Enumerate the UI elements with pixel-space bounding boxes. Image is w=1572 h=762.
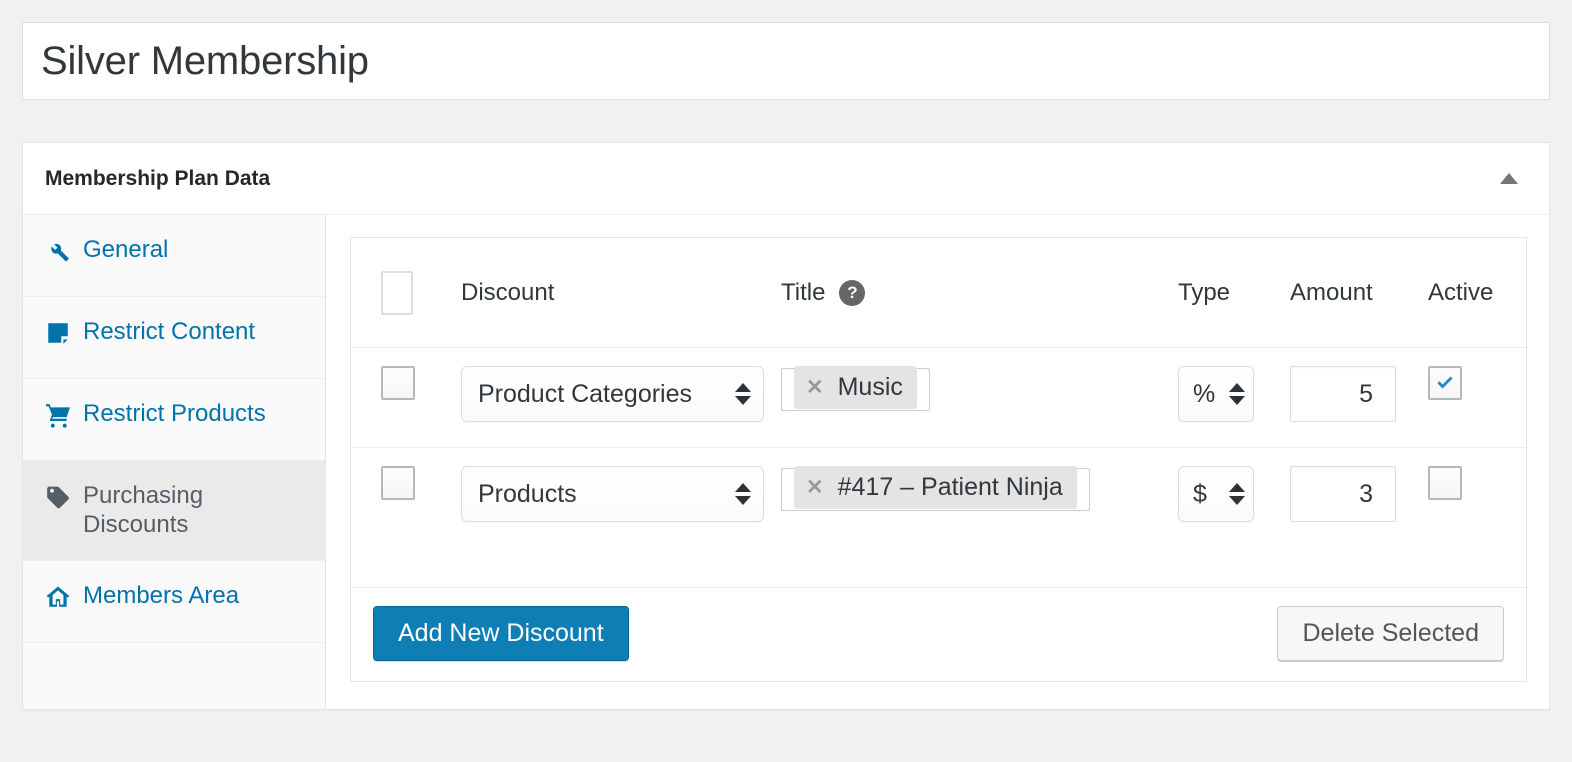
- discount-type-value: Products: [478, 479, 577, 508]
- sidebar-item-restrict-products[interactable]: Restrict Products: [23, 379, 325, 461]
- cart-icon: [45, 401, 71, 429]
- sidebar-item-label: General: [83, 236, 169, 263]
- header-select-all-cell: [365, 270, 443, 315]
- caret-up-icon[interactable]: [1497, 167, 1521, 191]
- metabox-title: Membership Plan Data: [45, 166, 271, 190]
- row-type-cell: $: [1178, 466, 1290, 522]
- token-label: Music: [837, 373, 903, 401]
- header-title-cell: Title ?: [781, 279, 1178, 307]
- active-checkbox[interactable]: [1428, 366, 1462, 400]
- table-row: Product Categories ✕ Music % 5: [351, 348, 1526, 448]
- table-row: Products ✕ #417 – Patient Ninja $ 3: [351, 448, 1526, 588]
- admin-page: Silver Membership Membership Plan Data G…: [0, 22, 1572, 762]
- post-title-field[interactable]: Silver Membership: [22, 22, 1550, 100]
- metabox-body: General Restrict Content Restrict Produc…: [23, 215, 1549, 709]
- column-header-discount: Discount: [461, 278, 555, 306]
- title-token-input[interactable]: ✕ Music: [781, 366, 930, 411]
- sidebar-item-members-area[interactable]: Members Area: [23, 561, 325, 643]
- token-chip: ✕ Music: [794, 366, 917, 409]
- sidebar-item-general[interactable]: General: [23, 215, 325, 297]
- sidebar-item-label: Restrict Content: [83, 318, 256, 345]
- add-new-discount-button[interactable]: Add New Discount: [373, 606, 629, 661]
- delete-selected-button[interactable]: Delete Selected: [1277, 606, 1504, 661]
- row-select-checkbox[interactable]: [381, 466, 415, 500]
- row-active-cell: [1420, 466, 1512, 500]
- row-title-cell: ✕ #417 – Patient Ninja: [781, 466, 1178, 511]
- discount-type-select[interactable]: Products: [461, 466, 764, 522]
- column-header-type: Type: [1178, 278, 1231, 306]
- document-icon: [45, 319, 71, 347]
- discounts-table-footer: Add New Discount Delete Selected: [351, 588, 1526, 681]
- discount-type-value: Product Categories: [478, 379, 693, 408]
- header-type-cell: Type: [1178, 279, 1290, 307]
- chevron-updown-icon: [1229, 483, 1245, 505]
- help-icon[interactable]: ?: [839, 279, 866, 306]
- sidebar-item-restrict-content[interactable]: Restrict Content: [23, 297, 325, 379]
- membership-plan-data-metabox: Membership Plan Data General Restrict Co…: [22, 142, 1550, 710]
- header-amount-cell: Amount: [1290, 279, 1420, 307]
- row-discount-cell: Products: [443, 466, 781, 522]
- title-token-input[interactable]: ✕ #417 – Patient Ninja: [781, 466, 1090, 511]
- amount-type-value: %: [1193, 379, 1216, 408]
- amount-input[interactable]: 3: [1290, 466, 1396, 522]
- chevron-updown-icon: [735, 383, 751, 405]
- row-title-cell: ✕ Music: [781, 366, 1178, 411]
- amount-type-select[interactable]: $: [1178, 466, 1254, 522]
- row-amount-cell: 5: [1290, 366, 1420, 422]
- discount-type-select[interactable]: Product Categories: [461, 366, 764, 422]
- metabox-tab-list: General Restrict Content Restrict Produc…: [23, 215, 326, 709]
- wrench-icon: [45, 237, 71, 265]
- discounts-table-header: Discount Title ? Type Amount Active: [351, 238, 1526, 348]
- amount-type-select[interactable]: %: [1178, 366, 1254, 422]
- sidebar-item-label: Members Area: [83, 581, 240, 609]
- chevron-updown-icon: [735, 483, 751, 505]
- sidebar-item-label: Restrict Products: [83, 400, 266, 427]
- active-checkbox[interactable]: [1428, 466, 1462, 500]
- row-discount-cell: Product Categories: [443, 366, 781, 422]
- row-active-cell: [1420, 366, 1512, 400]
- purchasing-discounts-panel: Discount Title ? Type Amount Active Prod…: [326, 215, 1549, 709]
- chevron-updown-icon: [1229, 383, 1245, 405]
- token-chip: ✕ #417 – Patient Ninja: [794, 466, 1077, 509]
- sidebar-item-label: Purchasing Discounts: [83, 482, 204, 539]
- amount-input[interactable]: 5: [1290, 366, 1396, 422]
- header-active-cell: Active: [1420, 279, 1512, 307]
- select-all-checkbox[interactable]: [381, 270, 413, 315]
- home-icon: [45, 583, 71, 611]
- metabox-header: Membership Plan Data: [23, 143, 1549, 215]
- row-select-checkbox[interactable]: [381, 366, 415, 400]
- token-remove-icon[interactable]: ✕: [806, 377, 824, 398]
- row-amount-cell: 3: [1290, 466, 1420, 522]
- row-select-cell: [365, 366, 443, 400]
- discounts-table: Discount Title ? Type Amount Active Prod…: [350, 237, 1527, 682]
- row-select-cell: [365, 466, 443, 500]
- header-discount-cell: Discount: [443, 279, 781, 307]
- row-type-cell: %: [1178, 366, 1290, 422]
- token-label: #417 – Patient Ninja: [837, 473, 1063, 501]
- post-title-value: Silver Membership: [41, 39, 369, 83]
- column-header-title: Title: [781, 278, 826, 306]
- token-remove-icon[interactable]: ✕: [806, 477, 824, 498]
- column-header-amount: Amount: [1290, 278, 1373, 306]
- tag-icon: [45, 483, 71, 511]
- amount-type-value: $: [1193, 479, 1207, 508]
- sidebar-item-purchasing-discounts[interactable]: Purchasing Discounts: [23, 461, 325, 561]
- column-header-active: Active: [1428, 278, 1494, 306]
